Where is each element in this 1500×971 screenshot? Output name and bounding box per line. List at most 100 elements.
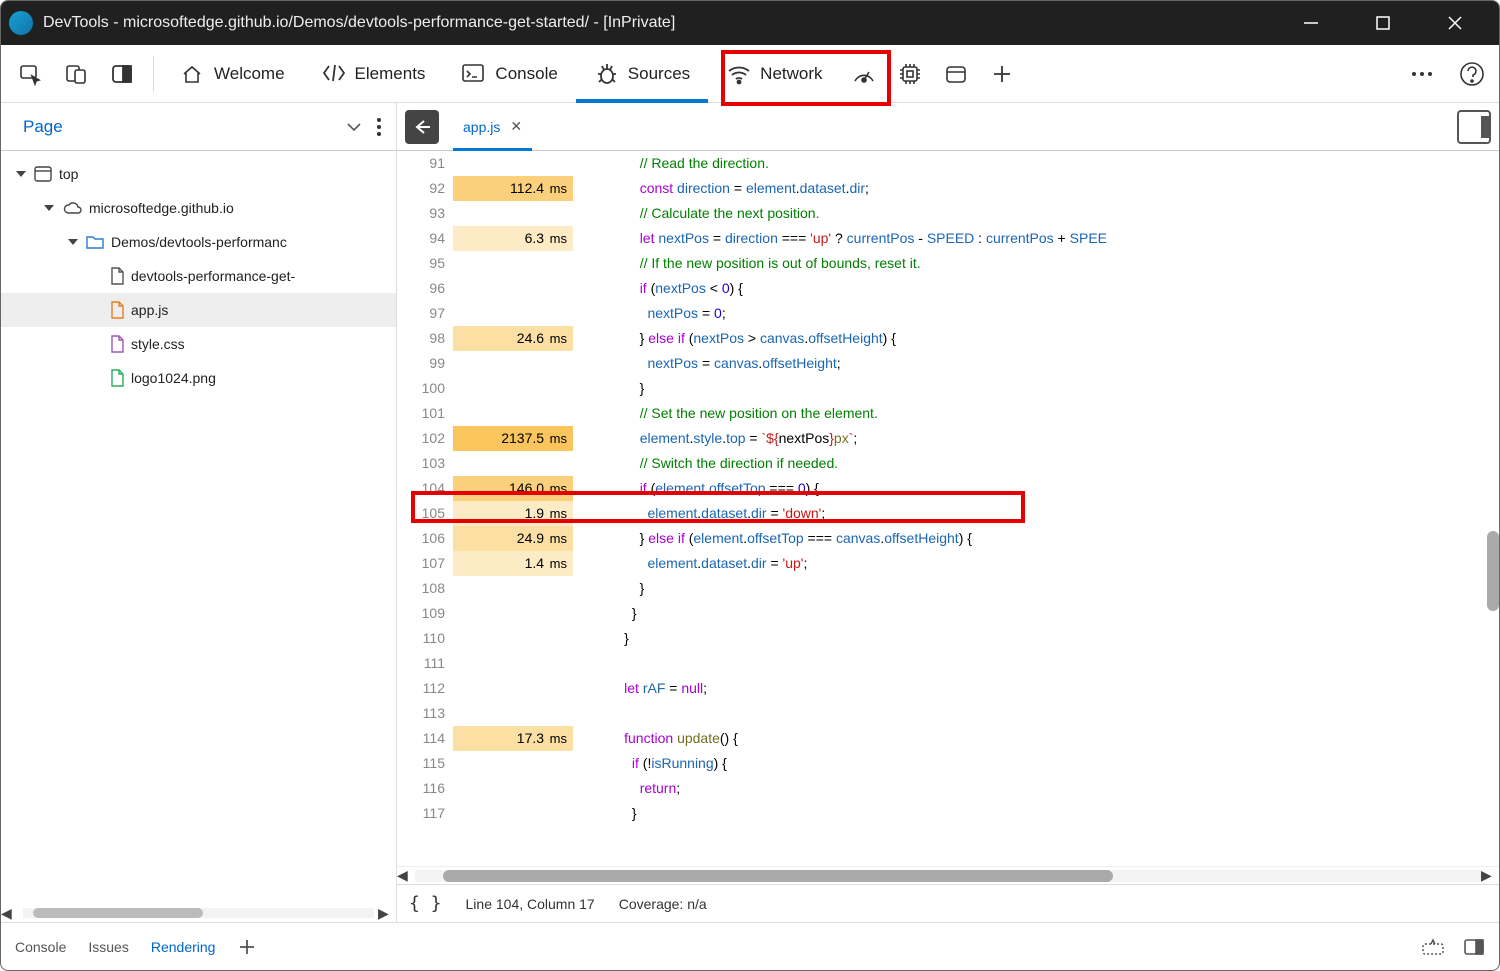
code-text: // Switch the direction if needed. <box>593 451 1499 476</box>
code-line[interactable]: 117 } <box>397 801 1499 826</box>
line-number: 114 <box>397 726 453 751</box>
line-number: 106 <box>397 526 453 551</box>
code-line[interactable]: 97 nextPos = 0; <box>397 301 1499 326</box>
tab-elements[interactable]: Elements <box>303 45 444 103</box>
code-text: if (!isRunning) { <box>593 751 1499 776</box>
code-text: element.dataset.dir = 'down'; <box>593 501 1499 526</box>
editor-hscrollbar[interactable]: ◀ ▶ <box>397 866 1499 884</box>
tree-item-file[interactable]: style.css <box>1 327 396 361</box>
code-line[interactable]: 1051.9 ms element.dataset.dir = 'down'; <box>397 501 1499 526</box>
device-toolbar-button[interactable] <box>53 51 99 97</box>
code-line[interactable]: 115 if (!isRunning) { <box>397 751 1499 776</box>
more-button[interactable] <box>1401 53 1443 95</box>
code-line[interactable]: 9824.6 ms } else if (nextPos > canvas.of… <box>397 326 1499 351</box>
dock-button[interactable] <box>99 51 145 97</box>
code-line[interactable]: 112 let rAF = null; <box>397 676 1499 701</box>
tab-sources[interactable]: Sources <box>576 45 708 103</box>
tab-application[interactable] <box>933 51 979 97</box>
drawer-tab-console[interactable]: Console <box>15 939 66 955</box>
code-line[interactable]: 99 nextPos = canvas.offsetHeight; <box>397 351 1499 376</box>
line-number: 116 <box>397 776 453 801</box>
minimize-button[interactable] <box>1289 4 1333 42</box>
navigator-more-button[interactable] <box>376 117 382 137</box>
code-line[interactable]: 109 } <box>397 601 1499 626</box>
line-number: 95 <box>397 251 453 276</box>
window-icon <box>33 165 53 183</box>
drawer-tab-issues[interactable]: Issues <box>88 939 128 955</box>
help-button[interactable] <box>1451 53 1493 95</box>
code-line[interactable]: 11417.3 ms function update() { <box>397 726 1499 751</box>
add-tab-button[interactable] <box>979 51 1025 97</box>
tab-welcome[interactable]: Welcome <box>162 45 303 103</box>
code-line[interactable]: 92112.4 ms const direction = element.dat… <box>397 176 1499 201</box>
tree-item-file[interactable]: logo1024.png <box>1 361 396 395</box>
code-line[interactable]: 96 if (nextPos < 0) { <box>397 276 1499 301</box>
line-number: 96 <box>397 276 453 301</box>
titlebar: DevTools - microsoftedge.github.io/Demos… <box>1 1 1499 45</box>
tab-network[interactable]: Network <box>708 45 840 103</box>
code-line[interactable]: 93 // Calculate the next position. <box>397 201 1499 226</box>
code-line[interactable]: 103 // Switch the direction if needed. <box>397 451 1499 476</box>
code-line[interactable]: 1071.4 ms element.dataset.dir = 'up'; <box>397 551 1499 576</box>
code-line[interactable]: 91 // Read the direction. <box>397 151 1499 176</box>
file-tree[interactable]: top microsoftedge.github.io Demos/devtoo… <box>1 151 396 904</box>
code-line[interactable]: 113 <box>397 701 1499 726</box>
code-line[interactable]: 110 } <box>397 626 1499 651</box>
line-number: 94 <box>397 226 453 251</box>
line-timing: 6.3 ms <box>453 226 573 251</box>
code-text: const direction = element.dataset.dir; <box>593 176 1499 201</box>
tree-item-top[interactable]: top <box>1 157 396 191</box>
close-tab-button[interactable]: ✕ <box>510 118 522 135</box>
code-line[interactable]: 95 // If the new position is out of boun… <box>397 251 1499 276</box>
code-line[interactable]: 1022137.5 ms element.style.top = `${next… <box>397 426 1499 451</box>
cloud-icon <box>61 200 83 216</box>
tab-console[interactable]: Console <box>443 45 575 103</box>
code-text: // Calculate the next position. <box>593 201 1499 226</box>
page-tab[interactable]: Page <box>15 117 71 137</box>
line-timing: 17.3 ms <box>453 726 573 751</box>
editor-vscrollbar[interactable] <box>1487 531 1499 611</box>
drawer-expand-button[interactable] <box>1421 938 1445 956</box>
tree-item-file[interactable]: app.js <box>1 293 396 327</box>
line-number: 113 <box>397 701 453 726</box>
line-number: 97 <box>397 301 453 326</box>
code-text: } <box>593 376 1499 401</box>
tree-item-host[interactable]: microsoftedge.github.io <box>1 191 396 225</box>
code-line[interactable]: 946.3 ms let nextPos = direction === 'up… <box>397 226 1499 251</box>
tab-memory[interactable] <box>887 51 933 97</box>
code-line[interactable]: 108 } <box>397 576 1499 601</box>
close-button[interactable] <box>1433 4 1477 42</box>
line-number: 93 <box>397 201 453 226</box>
code-text: element.dataset.dir = 'up'; <box>593 551 1499 576</box>
drawer-add-tab-button[interactable] <box>237 937 257 957</box>
line-number: 108 <box>397 576 453 601</box>
code-line[interactable]: 100 } <box>397 376 1499 401</box>
code-text: let rAF = null; <box>593 676 1499 701</box>
code-line[interactable]: 10624.9 ms } else if (element.offsetTop … <box>397 526 1499 551</box>
line-number: 99 <box>397 351 453 376</box>
code-line[interactable]: 116 return; <box>397 776 1499 801</box>
tree-item-file[interactable]: devtools-performance-get- <box>1 259 396 293</box>
code-line[interactable]: 104146.0 ms if (element.offsetTop === 0)… <box>397 476 1499 501</box>
code-line[interactable]: 111 <box>397 651 1499 676</box>
tab-performance[interactable] <box>841 51 887 97</box>
sidebar-hscrollbar[interactable]: ◀ ▶ <box>1 904 396 922</box>
editor-tab-appjs[interactable]: app.js ✕ <box>453 103 532 151</box>
line-number: 102 <box>397 426 453 451</box>
toggle-navigator-button[interactable] <box>405 110 439 144</box>
line-number: 92 <box>397 176 453 201</box>
maximize-button[interactable] <box>1361 4 1405 42</box>
line-timing: 1.9 ms <box>453 501 573 526</box>
navigator-dropdown[interactable] <box>346 122 362 132</box>
tree-item-folder[interactable]: Demos/devtools-performanc <box>1 225 396 259</box>
inspect-button[interactable] <box>7 51 53 97</box>
toggle-debugger-button[interactable] <box>1457 110 1491 144</box>
code-line[interactable]: 101 // Set the new position on the eleme… <box>397 401 1499 426</box>
navigator-sidebar: Page top microsoftedge.github.io Demos/d… <box>1 103 397 922</box>
edge-icon <box>9 11 33 35</box>
bug-icon <box>594 62 618 86</box>
drawer-dock-button[interactable] <box>1463 938 1485 956</box>
code-editor[interactable]: 91 // Read the direction.92112.4 ms cons… <box>397 151 1499 866</box>
pretty-print-button[interactable]: { } <box>409 893 442 914</box>
drawer-tab-rendering[interactable]: Rendering <box>151 939 216 955</box>
